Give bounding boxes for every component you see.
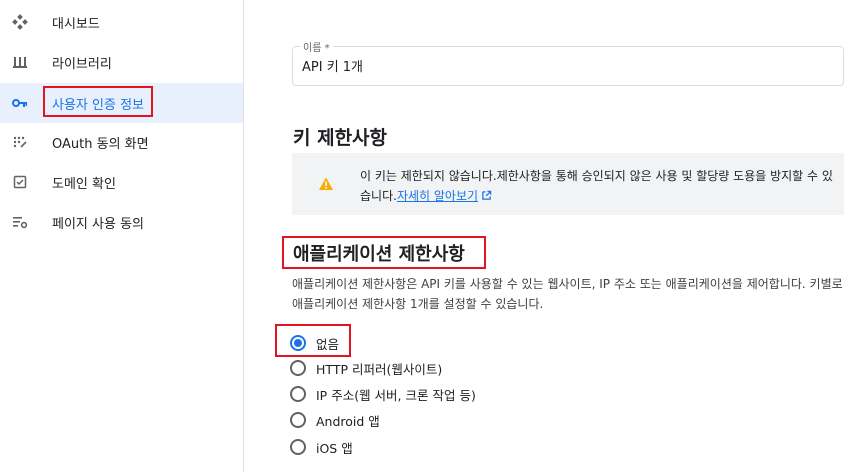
- sidebar-item-label: 라이브러리: [52, 56, 112, 72]
- radio-option-none[interactable]: 없음: [290, 331, 339, 355]
- sidebar: 대시보드 라이브러리 사용자 인증 정보 OAuth 동의 화면 도메인 확인 …: [0, 0, 243, 472]
- radio-label: HTTP 리퍼러(웹사이트): [316, 361, 443, 377]
- learn-more-link[interactable]: 자세히 알아보기: [397, 189, 492, 203]
- sidebar-item-domain-verification[interactable]: 도메인 확인: [0, 162, 243, 202]
- sidebar-item-page-usage[interactable]: 페이지 사용 동의: [0, 202, 243, 242]
- radio-label: 없음: [316, 336, 340, 352]
- page-usage-settings-icon: [13, 217, 28, 229]
- radio-option-ios[interactable]: iOS 앱: [290, 435, 353, 459]
- key-restrictions-title: 키 제한사항: [293, 127, 388, 149]
- warning-icon: [319, 177, 333, 190]
- radio-button[interactable]: [290, 412, 306, 428]
- radio-button[interactable]: [290, 386, 306, 402]
- sidebar-item-label: 도메인 확인: [52, 176, 116, 192]
- radio-button[interactable]: [290, 439, 306, 455]
- domain-check-icon: [13, 175, 27, 189]
- sidebar-item-oauth-consent[interactable]: OAuth 동의 화면: [0, 122, 243, 162]
- application-restrictions-description: 애플리케이션 제한사항은 API 키를 사용할 수 있는 웹사이트, IP 주소…: [292, 277, 843, 311]
- external-link-icon: [482, 190, 492, 200]
- radio-button[interactable]: [290, 360, 306, 376]
- radio-label: Android 앱: [316, 413, 380, 429]
- radio-label: iOS 앱: [316, 440, 353, 456]
- radio-option-http-referrer[interactable]: HTTP 리퍼러(웹사이트): [290, 356, 442, 380]
- dashboard-icon: [12, 14, 28, 30]
- sidebar-item-label: 페이지 사용 동의: [52, 216, 144, 232]
- learn-more-label: 자세히 알아보기: [396, 189, 479, 203]
- sidebar-item-label: 대시보드: [52, 16, 100, 32]
- oauth-consent-icon: [13, 136, 27, 148]
- name-field-label: 이름 *: [300, 39, 333, 54]
- library-icon: [13, 57, 27, 68]
- warning-text: 이 키는 제한되지 않습니다.제한사항을 통해 승인되지 않은 사용 및 할당량…: [360, 166, 834, 206]
- sidebar-item-dashboard[interactable]: 대시보드: [0, 2, 243, 42]
- sidebar-item-label: OAuth 동의 화면: [52, 136, 149, 152]
- sidebar-divider: [243, 0, 244, 472]
- sidebar-item-credentials[interactable]: 사용자 인증 정보: [0, 83, 243, 123]
- application-restrictions-title: 애플리케이션 제한사항: [293, 244, 465, 265]
- key-icon: [12, 99, 27, 107]
- sidebar-item-library[interactable]: 라이브러리: [0, 42, 243, 82]
- radio-option-android[interactable]: Android 앱: [290, 408, 380, 432]
- sidebar-item-label: 사용자 인증 정보: [52, 97, 144, 113]
- radio-label: IP 주소(웹 서버, 크론 작업 등): [316, 387, 476, 403]
- radio-button-selected[interactable]: [290, 335, 306, 351]
- name-input[interactable]: [302, 58, 822, 73]
- radio-option-ip-address[interactable]: IP 주소(웹 서버, 크론 작업 등): [290, 382, 476, 406]
